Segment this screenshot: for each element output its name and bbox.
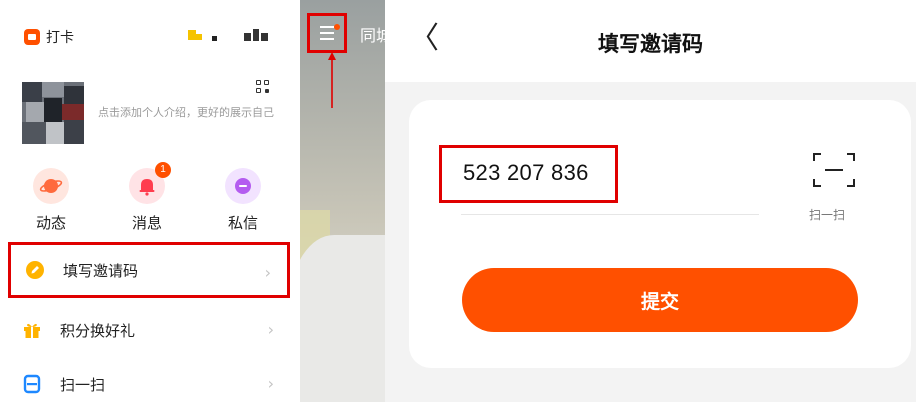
pixelated-status-glyph xyxy=(196,34,202,40)
arrow-up-icon xyxy=(328,52,336,108)
avatar[interactable] xyxy=(22,82,84,144)
scan-icon xyxy=(22,374,42,394)
action-label: 消息 xyxy=(131,214,162,232)
planet-icon xyxy=(33,168,69,204)
notification-dot xyxy=(334,24,340,30)
side-menu-panel: 打卡 点击添加个人介绍，更好的展示自己 动态 1 消息 私信 填写邀请码 › 积… xyxy=(0,0,300,402)
tab-nearby-partial[interactable]: 同城 xyxy=(360,22,385,46)
action-label: 私信 xyxy=(227,214,258,232)
scan-label[interactable]: 扫一扫 xyxy=(809,206,845,223)
menu-item-label: 扫一扫 xyxy=(60,375,106,394)
checkin-button[interactable]: 打卡 xyxy=(24,27,74,47)
action-label: 动态 xyxy=(35,214,66,232)
profile-intro-hint[interactable]: 点击添加个人介绍，更好的展示自己 xyxy=(98,104,278,122)
background-app-strip: 同城 xyxy=(300,0,385,402)
invite-code-input[interactable]: 523 207 836 xyxy=(463,160,589,186)
side-menu-top-bar: 打卡 xyxy=(0,0,300,70)
menu-item-label: 积分换好礼 xyxy=(60,321,136,340)
pixelated-status-glyph xyxy=(244,33,251,41)
calendar-icon xyxy=(24,29,40,45)
menu-item-label: 填写邀请码 xyxy=(63,261,139,280)
menu-item-scan[interactable]: 扫一扫 › xyxy=(8,356,290,402)
qr-code-icon[interactable] xyxy=(256,80,270,94)
pencil-icon xyxy=(25,260,45,280)
pixelated-status-glyph xyxy=(261,33,268,41)
chevron-right-icon: › xyxy=(264,263,271,282)
pixelated-status-glyph xyxy=(212,36,217,41)
chat-bubble-icon xyxy=(225,168,261,204)
bell-icon: 1 xyxy=(129,162,171,204)
page-title: 填写邀请码 xyxy=(598,32,703,56)
gift-icon xyxy=(22,320,42,340)
menu-item-points-gifts[interactable]: 积分换好礼 › xyxy=(8,302,290,358)
invite-code-page: 〈 填写邀请码 523 207 836 扫一扫 提交 xyxy=(385,0,916,402)
page-header: 〈 填写邀请码 xyxy=(385,0,916,82)
checkin-label: 打卡 xyxy=(46,30,74,46)
pixelated-status-glyph xyxy=(188,30,196,40)
pixelated-status-glyph xyxy=(253,29,259,41)
chevron-right-icon: › xyxy=(267,320,274,339)
hamburger-icon xyxy=(320,26,334,40)
menu-item-invite-code[interactable]: 填写邀请码 › xyxy=(8,242,290,298)
action-private-messages[interactable]: 私信 xyxy=(208,162,278,233)
submit-button[interactable]: 提交 xyxy=(462,268,858,332)
background-photo-detail xyxy=(300,235,385,402)
scan-frame-icon[interactable] xyxy=(813,153,855,187)
unread-badge: 1 xyxy=(155,162,171,178)
action-messages[interactable]: 1 消息 xyxy=(112,162,182,233)
menu-button[interactable] xyxy=(307,13,347,53)
action-moments[interactable]: 动态 xyxy=(16,162,86,233)
input-underline xyxy=(461,214,759,215)
quick-actions: 动态 1 消息 私信 xyxy=(0,162,300,234)
chevron-right-icon: › xyxy=(267,374,274,393)
